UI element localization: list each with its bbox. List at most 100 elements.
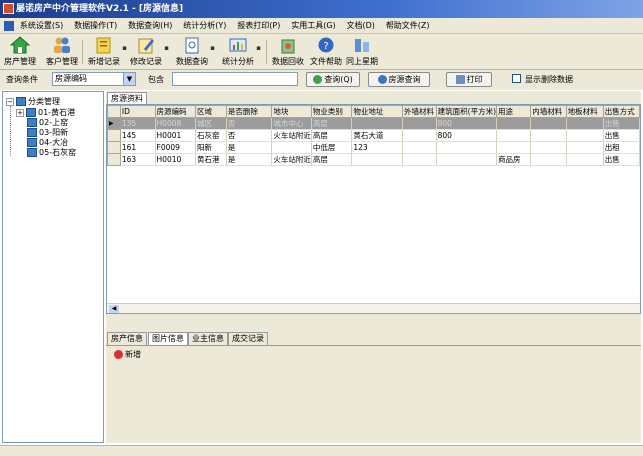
- table-cell[interactable]: [530, 153, 567, 166]
- house-query-button[interactable]: 房源查询: [368, 72, 430, 87]
- table-cell[interactable]: 城市中心: [271, 117, 312, 130]
- edit-record-button[interactable]: 修改记录 ▪: [130, 36, 169, 67]
- tab-property-info[interactable]: 房产信息: [107, 332, 147, 345]
- sync-button[interactable]: 同上星期: [346, 36, 378, 67]
- table-cell[interactable]: 黄石港: [195, 153, 227, 166]
- table-cell[interactable]: [496, 129, 532, 142]
- table-row[interactable]: 163 H0010 黄石港是火车站附近 高层 商品房 出售: [107, 153, 640, 166]
- table-cell[interactable]: [351, 153, 403, 166]
- table-cell[interactable]: [271, 141, 312, 154]
- table-cell[interactable]: 是: [226, 153, 273, 166]
- column-header[interactable]: 是否删除: [225, 105, 273, 118]
- table-cell[interactable]: [566, 153, 604, 166]
- query-value-input[interactable]: [172, 72, 298, 86]
- table-cell[interactable]: H0008: [155, 117, 196, 130]
- file-help-button[interactable]: ? 文件帮助: [310, 36, 342, 67]
- table-row[interactable]: 145 H0001 石灰窑否火车站附近 高层 黄石大道 800 出售: [107, 129, 640, 142]
- column-header[interactable]: 出售方式: [602, 105, 640, 118]
- menu-data-query[interactable]: 数据查询(H): [128, 21, 172, 30]
- table-cell[interactable]: 阳新: [195, 141, 227, 154]
- edit-record-dropdown-icon[interactable]: ▪: [164, 44, 169, 52]
- property-management-button[interactable]: 房产管理: [4, 36, 36, 67]
- collapse-icon[interactable]: −: [6, 97, 14, 106]
- table-cell[interactable]: H0010: [155, 153, 196, 166]
- table-cell[interactable]: 135: [120, 117, 156, 130]
- search-button[interactable]: 查询(Q): [306, 72, 360, 87]
- table-cell[interactable]: H0001: [155, 129, 196, 142]
- table-cell[interactable]: 163: [120, 153, 156, 166]
- column-header[interactable]: ID: [119, 105, 156, 118]
- table-row[interactable]: ▶ 135 H0008 城区否城市中心 高层 800 出售: [107, 117, 640, 130]
- table-cell[interactable]: 161: [120, 141, 156, 154]
- statistics-dropdown-icon[interactable]: ▪: [256, 44, 261, 52]
- column-header[interactable]: 内墙材料: [530, 105, 567, 118]
- data-query-button[interactable]: 数据查询 ▪: [176, 36, 215, 67]
- table-cell[interactable]: 商品房: [496, 153, 532, 166]
- table-cell[interactable]: 中低层: [311, 141, 353, 154]
- tab-image-info[interactable]: 图片信息: [148, 332, 188, 345]
- column-header[interactable]: 建筑面积(平方米): [435, 105, 498, 118]
- table-cell[interactable]: [566, 141, 604, 154]
- table-cell[interactable]: [402, 117, 437, 130]
- current-row-indicator[interactable]: ▶: [107, 117, 121, 130]
- add-record-button[interactable]: 新增记录 ▪: [88, 36, 127, 67]
- table-cell[interactable]: [402, 129, 437, 142]
- column-header[interactable]: 外墙材料: [401, 105, 437, 118]
- chevron-down-icon[interactable]: ▼: [123, 73, 135, 85]
- table-cell[interactable]: [566, 129, 604, 142]
- statistics-button[interactable]: 统计分析 ▪: [222, 36, 261, 67]
- query-field-select[interactable]: 房源编码 ▼: [52, 72, 136, 86]
- tab-transaction-records[interactable]: 成交记录: [228, 332, 268, 345]
- table-cell[interactable]: [530, 129, 567, 142]
- menu-data-operations[interactable]: 数据操作(T): [74, 21, 117, 30]
- table-cell[interactable]: 800: [436, 117, 498, 130]
- menu-utilities[interactable]: 实用工具(G): [291, 21, 335, 30]
- table-cell[interactable]: [436, 153, 498, 166]
- menu-report-print[interactable]: 报表打印(P): [237, 21, 280, 30]
- table-cell[interactable]: [566, 117, 604, 130]
- table-cell[interactable]: 出售: [603, 117, 640, 130]
- row-header[interactable]: [107, 141, 121, 154]
- add-record-dropdown-icon[interactable]: ▪: [122, 44, 127, 52]
- tab-owner-info[interactable]: 业主信息: [188, 332, 228, 345]
- table-cell[interactable]: 高层: [311, 117, 353, 130]
- add-button[interactable]: 新增: [114, 349, 141, 360]
- table-cell[interactable]: 否: [226, 129, 273, 142]
- column-header[interactable]: 地块: [271, 105, 312, 118]
- scroll-left-icon[interactable]: ◀: [109, 305, 119, 313]
- tree-item-shihuiyao[interactable]: 05-石灰窑: [27, 147, 76, 158]
- table-cell[interactable]: 出售: [603, 153, 640, 166]
- column-header[interactable]: 物业地址: [351, 105, 403, 118]
- table-cell[interactable]: 高层: [311, 129, 353, 142]
- table-cell[interactable]: [530, 141, 567, 154]
- row-header[interactable]: [107, 129, 121, 142]
- menu-documents[interactable]: 文档(D): [347, 21, 375, 30]
- print-button[interactable]: 打印: [446, 72, 492, 87]
- horizontal-scrollbar[interactable]: ◀: [107, 303, 640, 313]
- table-cell[interactable]: [530, 117, 567, 130]
- customer-management-button[interactable]: 客户管理: [46, 36, 78, 67]
- table-cell[interactable]: F0009: [155, 141, 196, 154]
- column-header[interactable]: 房源编码: [154, 105, 196, 118]
- system-menu-icon[interactable]: [4, 20, 14, 31]
- table-cell[interactable]: 145: [120, 129, 156, 142]
- column-header[interactable]: 用途: [495, 105, 532, 118]
- data-query-dropdown-icon[interactable]: ▪: [210, 44, 215, 52]
- table-cell[interactable]: 石灰窑: [195, 129, 227, 142]
- data-recycle-button[interactable]: 数据回收: [272, 36, 304, 67]
- table-cell[interactable]: 123: [351, 141, 403, 154]
- table-cell[interactable]: [436, 141, 498, 154]
- table-cell[interactable]: 是: [226, 141, 273, 154]
- column-header[interactable]: 物业类别: [310, 105, 353, 118]
- table-cell[interactable]: [496, 117, 532, 130]
- table-cell[interactable]: [351, 117, 403, 130]
- menu-system-settings[interactable]: 系统设置(S): [20, 21, 63, 30]
- menu-statistics[interactable]: 统计分析(Y): [183, 21, 226, 30]
- table-cell[interactable]: [402, 141, 437, 154]
- table-cell[interactable]: 黄石大道: [351, 129, 403, 142]
- column-header[interactable]: 区域: [194, 105, 227, 118]
- table-cell[interactable]: 出售: [603, 129, 640, 142]
- expand-icon[interactable]: +: [16, 108, 24, 117]
- table-cell[interactable]: 出租: [603, 141, 640, 154]
- tree-root[interactable]: − 分类管理: [6, 96, 60, 107]
